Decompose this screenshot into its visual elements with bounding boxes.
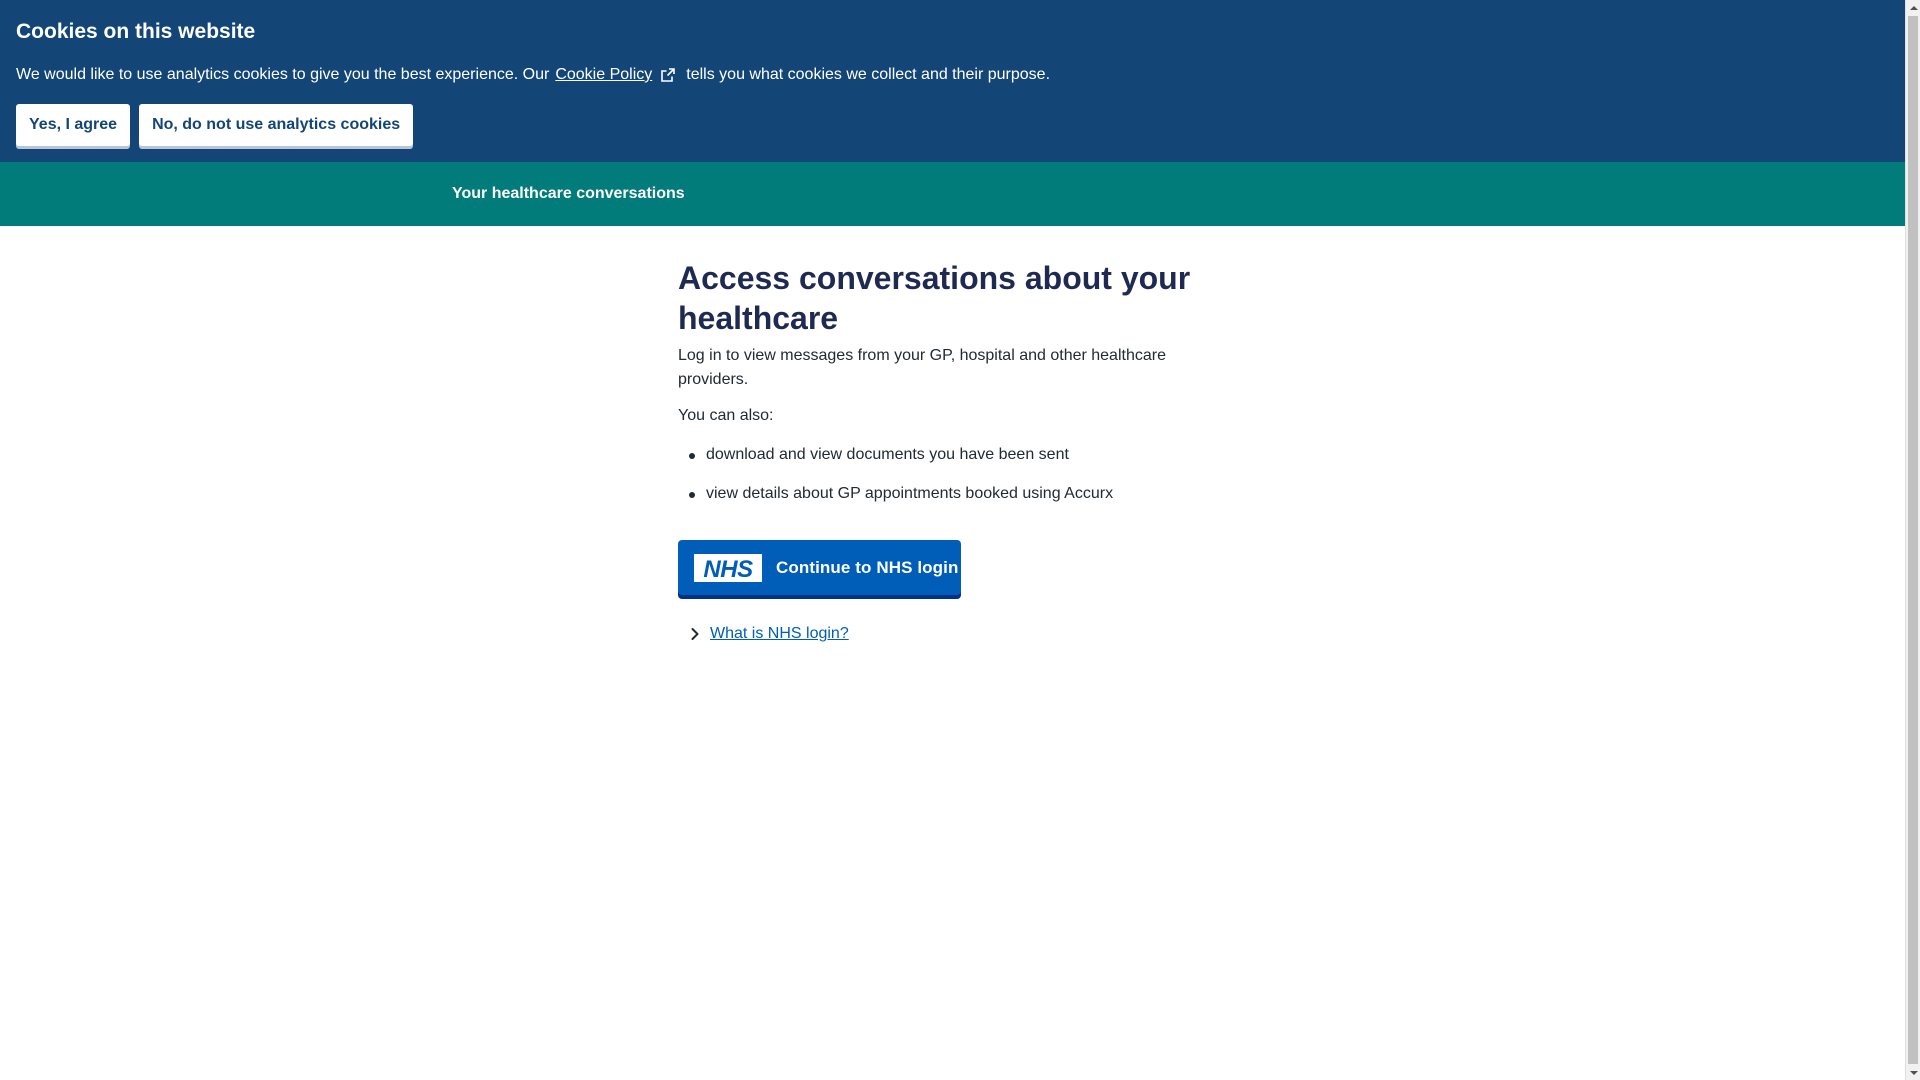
service-header: Your healthcare conversations	[0, 162, 1905, 226]
main-content: Access conversations about your healthca…	[678, 258, 1218, 643]
scroll-down-arrow-icon[interactable]	[1906, 1065, 1920, 1080]
list-item: download and view documents you have bee…	[678, 443, 1218, 467]
page: Cookies on this website We would like to…	[0, 0, 1905, 1080]
nhs-login-button-label: Continue to NHS login	[776, 557, 959, 577]
cookie-banner-text: We would like to use analytics cookies t…	[16, 64, 1050, 86]
chevron-right-icon	[691, 628, 699, 640]
external-link-icon	[661, 68, 676, 82]
vertical-scrollbar[interactable]	[1905, 0, 1920, 1080]
cookie-button-group: Yes, I agree No, do not use analytics co…	[16, 104, 414, 146]
list-item: view details about GP appointments booke…	[678, 482, 1218, 506]
scroll-up-arrow-icon[interactable]	[1906, 0, 1920, 15]
page-title: Access conversations about your healthca…	[678, 260, 1191, 336]
cookie-banner-title: Cookies on this website	[16, 20, 256, 43]
what-is-nhs-login-link: What is NHS login?	[710, 625, 849, 642]
feature-list: download and view documents you have bee…	[678, 443, 1218, 506]
cookie-text-after: tells you what cookies we collect and th…	[686, 66, 1051, 83]
reject-cookies-button[interactable]: No, do not use analytics cookies	[139, 104, 414, 146]
browser-viewport: Cookies on this website We would like to…	[0, 0, 1920, 1080]
cookie-text-before: We would like to use analytics cookies t…	[16, 66, 550, 83]
nhs-logo-text: NHS	[703, 556, 753, 582]
also-label: You can also:	[678, 407, 774, 424]
accept-cookies-button[interactable]: Yes, I agree	[16, 104, 131, 146]
scrollbar-thumb[interactable]	[1908, 16, 1918, 1064]
cookie-banner: Cookies on this website We would like to…	[0, 0, 1905, 162]
cookie-policy-link[interactable]: Cookie Policy	[555, 64, 652, 86]
lead-paragraph: Log in to view messages from your GP, ho…	[678, 347, 1166, 388]
what-is-nhs-login-toggle[interactable]: What is NHS login?	[678, 625, 1218, 643]
nhs-login-button[interactable]: NHS Continue to NHS login	[678, 540, 961, 595]
service-name[interactable]: Your healthcare conversations	[452, 184, 685, 204]
nhs-logo: NHS	[694, 553, 762, 582]
